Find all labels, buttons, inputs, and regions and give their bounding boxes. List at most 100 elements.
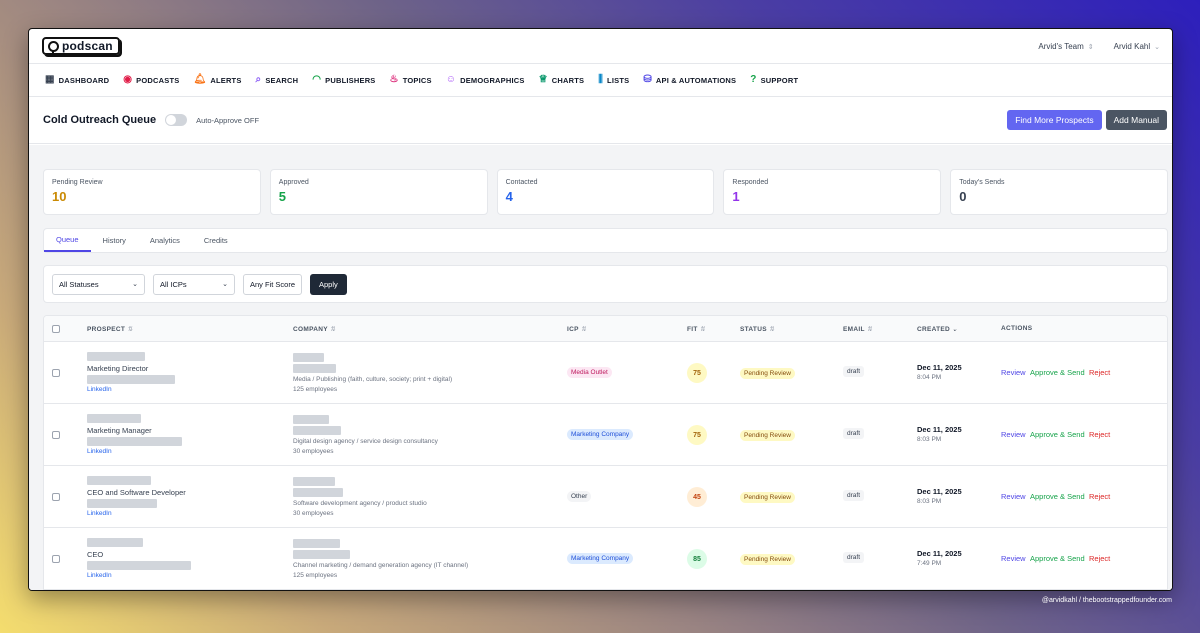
- nav-item-search[interactable]: ⌕ SEARCH: [256, 75, 299, 85]
- auto-approve-label: Auto-Approve OFF: [196, 115, 260, 125]
- apply-button[interactable]: Apply: [310, 273, 347, 295]
- select-all-checkbox[interactable]: [52, 325, 60, 333]
- stat-value: 1: [732, 189, 740, 204]
- company-description: Channel marketing / demand generation ag…: [293, 562, 469, 569]
- redacted-text: [87, 561, 191, 570]
- redacted-text: [293, 539, 340, 548]
- nav-item-alerts[interactable]: 🔔︎ ALERTS: [193, 75, 241, 85]
- stat-value: 10: [52, 189, 67, 204]
- redacted-text: [87, 538, 143, 547]
- company-description: Media / Publishing (faith, culture, soci…: [293, 376, 453, 383]
- company-employees: 125 employees: [293, 386, 338, 393]
- nav-api-automations-icon: ⛁: [643, 74, 652, 85]
- created-time: 8:03 PM: [917, 498, 942, 505]
- redacted-text: [87, 375, 175, 384]
- review-button[interactable]: Review: [1001, 430, 1026, 439]
- tab-credits[interactable]: Credits: [192, 229, 240, 252]
- col-status[interactable]: STATUS ⇅: [740, 325, 775, 333]
- fit-score: 75: [687, 425, 707, 445]
- tab-history[interactable]: History: [91, 229, 138, 252]
- tab-bar: Queue History Analytics Credits: [43, 228, 1168, 253]
- nav-demographics-icon: ☺: [445, 74, 457, 85]
- nav-item-demographics[interactable]: ☺ DEMOGRAPHICS: [446, 75, 525, 85]
- table-header: PROSPECT ⇅ COMPANY ⇅ ICP ⇅ FIT ⇅ STATUS ⇅ EMA…: [44, 316, 1167, 342]
- reject-button[interactable]: Reject: [1089, 368, 1110, 377]
- redacted-text: [87, 499, 157, 508]
- linkedin-link[interactable]: LinkedIn: [87, 386, 112, 393]
- nav-item-api-automations[interactable]: ⛁ API & AUTOMATIONS: [643, 75, 736, 85]
- row-checkbox[interactable]: [52, 555, 60, 563]
- table-row: CEO LinkedIn Channel marketing / demand ge…: [44, 528, 1167, 590]
- col-icp[interactable]: ICP ⇅: [567, 325, 587, 333]
- col-company[interactable]: COMPANY ⇅: [293, 325, 336, 333]
- approve-send-button[interactable]: Approve & Send: [1030, 554, 1085, 563]
- col-actions: ACTIONS: [1001, 325, 1033, 332]
- nav-item-topics[interactable]: ♨ TOPICS: [390, 75, 432, 85]
- reject-button[interactable]: Reject: [1089, 492, 1110, 501]
- credit-text: @arvidkahl / thebootstrappedfounder.com: [1041, 597, 1172, 604]
- linkedin-link[interactable]: LinkedIn: [87, 510, 112, 517]
- icp-badge: Other: [567, 491, 592, 502]
- icp-filter-select[interactable]: All ICPs ⌄: [153, 273, 235, 295]
- row-checkbox[interactable]: [52, 493, 60, 501]
- company-employees: 30 employees: [293, 448, 334, 455]
- redacted-text: [87, 414, 141, 423]
- podscan-logo-icon: [48, 40, 59, 55]
- team-switcher[interactable]: Arvid's Team ⇕: [1038, 42, 1093, 51]
- icp-badge: Marketing Company: [567, 553, 634, 564]
- prospect-title: Marketing Manager: [87, 426, 152, 435]
- nav-item-support[interactable]: ? SUPPORT: [750, 75, 798, 85]
- tab-analytics[interactable]: Analytics: [138, 229, 192, 252]
- created-date: Dec 11, 2025: [917, 363, 962, 372]
- approve-send-button[interactable]: Approve & Send: [1030, 430, 1085, 439]
- top-bar: podscan Arvid's Team ⇕ Arvid Kahl ⌄: [29, 29, 1172, 64]
- chevron-updown-icon: ⇕: [1087, 43, 1094, 51]
- nav-item-dashboard[interactable]: ▦ DASHBOARD: [45, 75, 109, 85]
- nav-item-charts[interactable]: ♕ CHARTS: [539, 75, 585, 85]
- chevron-down-icon: ⌄: [952, 326, 958, 333]
- nav-item-lists[interactable]: ⫼ LISTS: [598, 75, 629, 85]
- nav-lists-icon: ⫼: [598, 74, 604, 85]
- fit-score: 75: [687, 363, 707, 383]
- linkedin-link[interactable]: LinkedIn: [87, 448, 112, 455]
- linkedin-link[interactable]: LinkedIn: [87, 572, 112, 579]
- sort-icon: ⇅: [580, 326, 587, 333]
- prospects-table: PROSPECT ⇅ COMPANY ⇅ ICP ⇅ FIT ⇅ STATUS ⇅ EMA…: [43, 315, 1168, 590]
- redacted-text: [293, 477, 335, 486]
- col-created[interactable]: CREATED ⌄: [917, 325, 958, 333]
- add-manual-button[interactable]: Add Manual: [1105, 110, 1167, 130]
- reject-button[interactable]: Reject: [1089, 554, 1110, 563]
- redacted-text: [293, 550, 350, 559]
- find-more-prospects-button[interactable]: Find More Prospects: [1007, 110, 1102, 130]
- reject-button[interactable]: Reject: [1089, 430, 1110, 439]
- redacted-text: [87, 437, 182, 446]
- stat-value: 0: [959, 189, 967, 204]
- nav-item-podcasts[interactable]: ◉ PODCASTS: [123, 75, 179, 85]
- sort-icon: ⇅: [866, 326, 873, 333]
- stat-value: 4: [505, 189, 513, 204]
- fit-score-filter-select[interactable]: Any Fit Score: [243, 273, 302, 295]
- chevron-down-icon: ⌄: [1154, 43, 1160, 51]
- review-button[interactable]: Review: [1001, 492, 1026, 501]
- row-checkbox[interactable]: [52, 369, 60, 377]
- user-menu[interactable]: Arvid Kahl ⌄: [1114, 42, 1160, 51]
- created-time: 8:03 PM: [917, 436, 942, 443]
- review-button[interactable]: Review: [1001, 554, 1026, 563]
- approve-send-button[interactable]: Approve & Send: [1030, 492, 1085, 501]
- review-button[interactable]: Review: [1001, 368, 1026, 377]
- status-filter-select[interactable]: All Statuses ⌄: [52, 273, 145, 295]
- main-nav: ▦ DASHBOARD ◉ PODCASTS 🔔︎ ALERTS ⌕ SEARCH ◠ PUBLI…: [29, 64, 1172, 97]
- col-fit[interactable]: FIT ⇅: [687, 325, 705, 333]
- redacted-text: [87, 476, 151, 485]
- table-row: CEO and Software Developer LinkedIn Softwa…: [44, 466, 1167, 528]
- nav-item-publishers[interactable]: ◠ PUBLISHERS: [312, 75, 375, 85]
- nav-topics-icon: ♨: [389, 74, 399, 85]
- podscan-logo[interactable]: podscan: [42, 37, 120, 55]
- col-email[interactable]: EMAIL ⇅: [843, 325, 872, 333]
- auto-approve-toggle[interactable]: [165, 114, 188, 126]
- redacted-text: [293, 488, 343, 497]
- approve-send-button[interactable]: Approve & Send: [1030, 368, 1085, 377]
- col-prospect[interactable]: PROSPECT ⇅: [87, 325, 133, 333]
- tab-queue[interactable]: Queue: [44, 229, 91, 252]
- row-checkbox[interactable]: [52, 431, 60, 439]
